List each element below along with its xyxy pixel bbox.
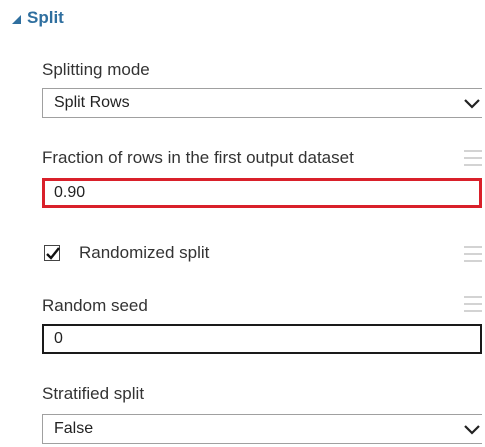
splitting-mode-label: Splitting mode [42, 60, 150, 79]
fraction-label: Fraction of rows in the first output dat… [42, 148, 354, 167]
random-seed-label: Random seed [42, 296, 148, 315]
splitting-mode-value: Split Rows [54, 94, 130, 111]
fraction-input[interactable]: 0.90 [42, 178, 482, 208]
stratified-split-label: Stratified split [42, 384, 145, 403]
chevron-down-icon[interactable] [462, 94, 482, 112]
fraction-value: 0.90 [54, 184, 86, 201]
randomized-split-checkbox[interactable] [44, 245, 60, 261]
chevron-down-icon[interactable] [462, 420, 482, 438]
splitting-mode-dropdown[interactable]: Split Rows [42, 88, 482, 118]
stratified-split-value: False [54, 420, 94, 437]
section-header-split[interactable]: Split [0, 6, 64, 30]
drag-handle-icon[interactable] [464, 246, 482, 262]
collapse-triangle-icon[interactable] [12, 14, 21, 24]
drag-handle-icon[interactable] [464, 296, 482, 312]
split-properties-panel: Split Splitting mode Split Rows Fraction… [0, 0, 485, 447]
randomized-split-label: Randomized split [79, 243, 210, 262]
drag-handle-icon[interactable] [464, 150, 482, 166]
checkmark-icon [46, 247, 60, 260]
stratified-split-dropdown[interactable]: False [42, 414, 482, 444]
randomized-split-row: Randomized split [44, 242, 209, 264]
random-seed-value: 0 [54, 330, 63, 347]
section-title: Split [27, 8, 64, 27]
random-seed-input[interactable]: 0 [42, 324, 482, 354]
